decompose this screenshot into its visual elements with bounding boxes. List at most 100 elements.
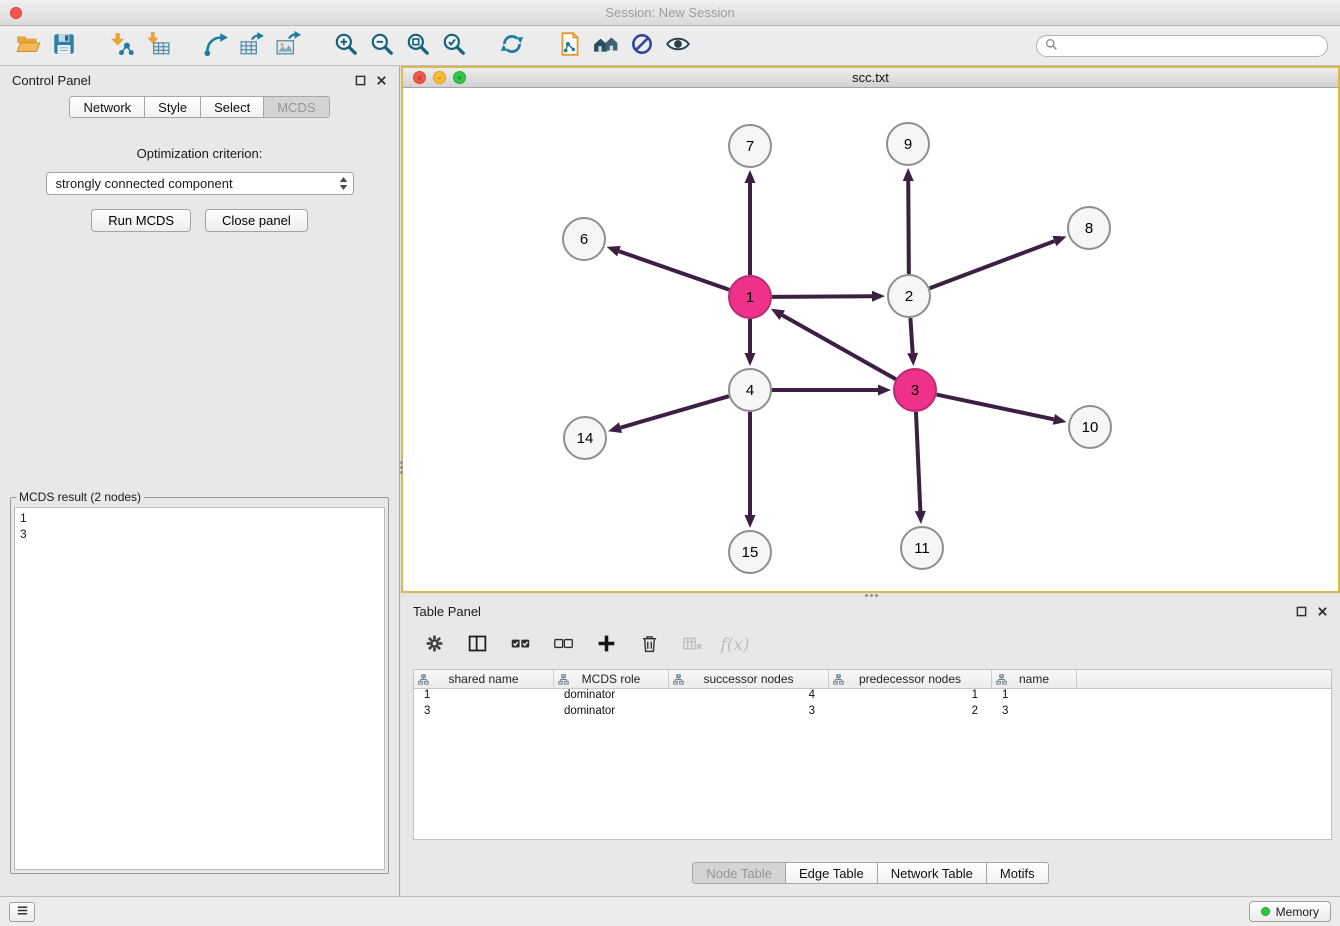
column-header-successor-nodes[interactable]: successor nodes (669, 670, 829, 688)
hide-selected-button[interactable] (624, 30, 660, 62)
tab-select[interactable]: Select (200, 96, 264, 118)
cell-successor-nodes[interactable]: 3 (669, 705, 829, 721)
graph-node-15[interactable]: 15 (729, 531, 771, 573)
network-canvas[interactable]: 7 9 6 8 1 2 4 3 14 10 15 11 (403, 88, 1338, 590)
table-header-row: shared name MCDS role successor nodes pr… (414, 670, 1331, 689)
delete-table-button[interactable] (679, 632, 705, 658)
zoom-out-button[interactable] (364, 30, 400, 62)
window-close-button[interactable] (10, 7, 22, 19)
tab-node-table[interactable]: Node Table (692, 862, 786, 884)
float-panel-button[interactable] (355, 75, 366, 86)
list-icon (15, 903, 30, 921)
graph-node-10[interactable]: 10 (1069, 406, 1111, 448)
add-column-button[interactable] (593, 632, 619, 658)
table-row[interactable]: 3 dominator 3 2 3 (414, 705, 1331, 721)
cell-shared-name[interactable]: 1 (414, 689, 554, 705)
graph-node-9[interactable]: 9 (887, 123, 929, 165)
graph-node-1[interactable]: 1 (729, 276, 771, 318)
mcds-result-list[interactable]: 1 3 (14, 507, 385, 870)
search-input[interactable] (1063, 37, 1319, 55)
svg-text:4: 4 (746, 382, 754, 399)
zoom-out-icon (369, 31, 395, 60)
cell-shared-name[interactable]: 3 (414, 705, 554, 721)
edge-4-14[interactable] (621, 396, 729, 428)
import-table-button[interactable] (140, 30, 176, 62)
zoom-selected-button[interactable] (436, 30, 472, 62)
edge-arrowhead (607, 246, 621, 256)
tab-style[interactable]: Style (144, 96, 201, 118)
cell-predecessor-nodes[interactable]: 1 (829, 689, 992, 705)
cell-predecessor-nodes[interactable]: 2 (829, 705, 992, 721)
import-network-button[interactable] (104, 30, 140, 62)
graph-node-2[interactable]: 2 (888, 275, 930, 317)
column-header-name[interactable]: name (992, 670, 1077, 688)
column-settings-button[interactable] (421, 632, 447, 658)
run-mcds-button[interactable]: Run MCDS (91, 209, 191, 232)
network-close-button[interactable]: × (413, 71, 426, 84)
column-header-mcds-role[interactable]: MCDS role (554, 670, 669, 688)
network-minimize-button[interactable]: − (433, 71, 446, 84)
export-table-button[interactable] (234, 30, 270, 62)
cell-name[interactable]: 1 (992, 689, 1077, 705)
result-item[interactable]: 1 (20, 510, 379, 526)
function-builder-button[interactable]: f(x) (722, 632, 748, 658)
edge-3-10[interactable] (937, 395, 1054, 420)
task-history-button[interactable] (9, 902, 35, 922)
column-header-predecessor-nodes[interactable]: predecessor nodes (829, 670, 992, 688)
control-panel-title: Control Panel (12, 73, 91, 88)
delete-column-button[interactable] (636, 632, 662, 658)
edge-2-9[interactable] (908, 181, 909, 274)
close-panel-action-button[interactable]: Close panel (205, 209, 308, 232)
column-header-shared-name[interactable]: shared name (414, 670, 554, 688)
apply-layout-button[interactable] (494, 30, 530, 62)
cell-name[interactable]: 3 (992, 705, 1077, 721)
edge-2-8[interactable] (930, 241, 1055, 288)
criterion-dropdown[interactable]: strongly connected component (46, 172, 354, 195)
graph-node-14[interactable]: 14 (564, 417, 606, 459)
float-table-panel-button[interactable] (1296, 606, 1307, 617)
export-network-icon (203, 31, 229, 60)
save-session-button[interactable] (46, 30, 82, 62)
graph-node-4[interactable]: 4 (729, 369, 771, 411)
vertical-splitter-grip[interactable] (398, 458, 404, 476)
result-item[interactable]: 3 (20, 526, 379, 542)
tab-mcds[interactable]: MCDS (263, 96, 329, 118)
edge-1-6[interactable] (619, 251, 729, 290)
cell-mcds-role[interactable]: dominator (554, 689, 669, 705)
network-maximize-button[interactable]: + (453, 71, 466, 84)
import-network-database-button[interactable] (552, 30, 588, 62)
table-tabs: Node Table Edge Table Network Table Moti… (401, 862, 1340, 884)
zoom-in-button[interactable] (328, 30, 364, 62)
close-table-panel-button[interactable] (1317, 606, 1328, 617)
edge-3-11[interactable] (916, 412, 920, 511)
export-network-button[interactable] (198, 30, 234, 62)
graph-node-7[interactable]: 7 (729, 125, 771, 167)
show-graphics-details-button[interactable] (660, 30, 696, 62)
table-row[interactable]: 1 dominator 4 1 1 (414, 689, 1331, 705)
cell-successor-nodes[interactable]: 4 (669, 689, 829, 705)
search-box[interactable] (1036, 35, 1328, 57)
edge-1-2[interactable] (772, 296, 872, 297)
memory-button[interactable]: Memory (1249, 901, 1331, 922)
graph-node-3[interactable]: 3 (894, 369, 936, 411)
select-all-button[interactable] (507, 632, 533, 658)
network-view-window: × − + scc.txt 7968124314101511 (401, 66, 1340, 593)
tab-edge-table[interactable]: Edge Table (785, 862, 878, 884)
open-session-button[interactable] (10, 30, 46, 62)
cell-mcds-role[interactable]: dominator (554, 705, 669, 721)
edge-3-1[interactable] (782, 315, 896, 379)
edge-2-3[interactable] (910, 318, 912, 353)
tab-network-table[interactable]: Network Table (877, 862, 987, 884)
close-panel-button[interactable] (376, 75, 387, 86)
show-columns-button[interactable] (464, 632, 490, 658)
svg-text:1: 1 (746, 289, 754, 306)
tab-motifs[interactable]: Motifs (986, 862, 1049, 884)
export-image-button[interactable] (270, 30, 306, 62)
graph-node-11[interactable]: 11 (901, 527, 943, 569)
tab-network[interactable]: Network (69, 96, 145, 118)
graph-node-8[interactable]: 8 (1068, 207, 1110, 249)
deselect-all-button[interactable] (550, 632, 576, 658)
first-neighbors-button[interactable] (588, 30, 624, 62)
graph-node-6[interactable]: 6 (563, 218, 605, 260)
zoom-fit-button[interactable] (400, 30, 436, 62)
